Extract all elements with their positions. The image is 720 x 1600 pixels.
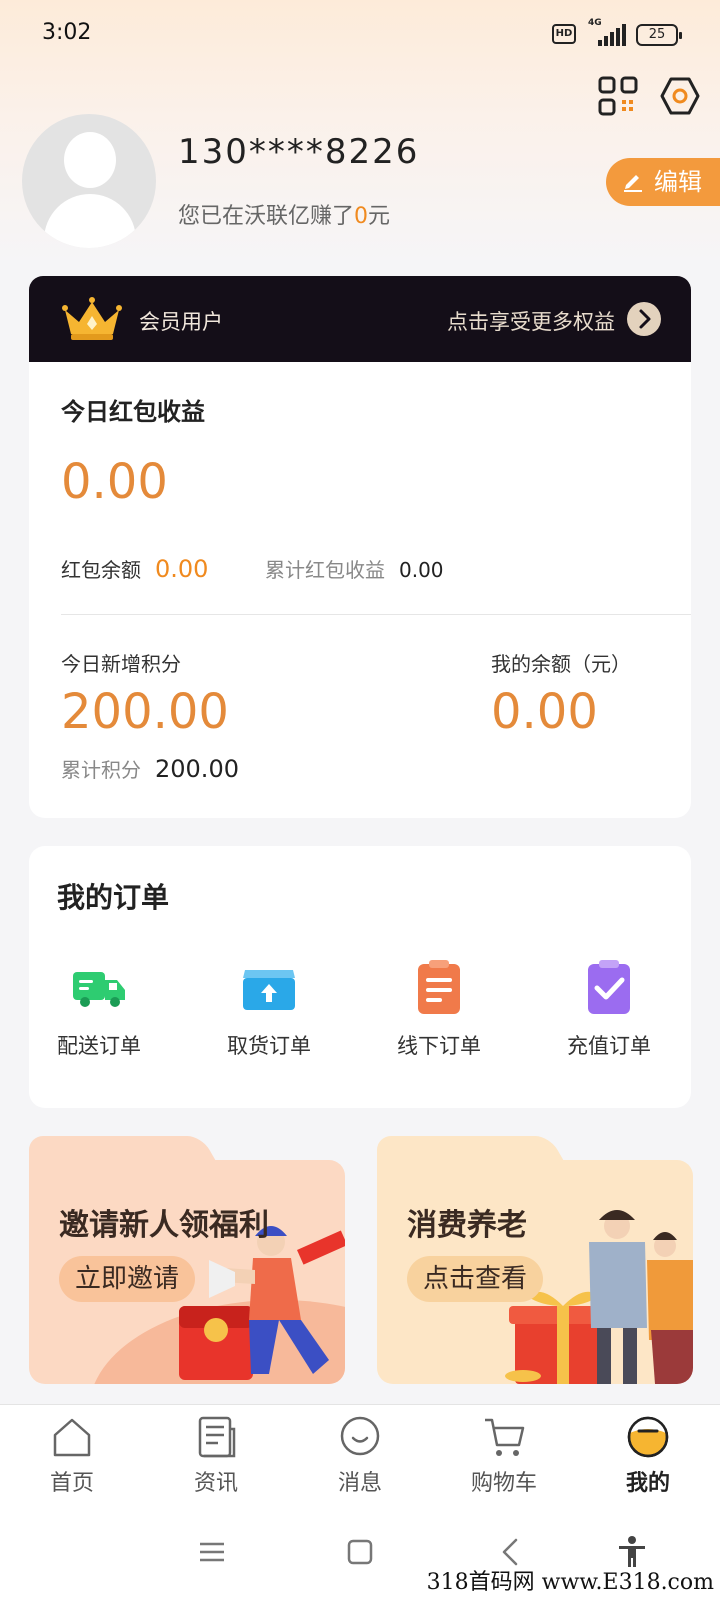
member-benefits-link[interactable]: 点击享受更多权益 <box>447 306 615 336</box>
my-orders-card: 我的订单 配送订单 取货订单 线下订单 充值订单 <box>29 846 691 1108</box>
crown-icon <box>62 297 122 340</box>
cumulative-value: 0.00 <box>399 558 444 582</box>
order-label: 线下订单 <box>397 1034 481 1058</box>
network-type: 4G <box>588 18 602 28</box>
earned-prefix: 您已在沃联亿赚了 <box>178 204 355 229</box>
profile-face-icon <box>627 1416 669 1458</box>
tab-messages[interactable]: 消息 <box>300 1415 420 1499</box>
tab-label: 资讯 <box>193 1471 238 1496</box>
avatar[interactable] <box>22 114 156 248</box>
order-offline[interactable]: 线下订单 <box>369 958 509 1068</box>
member-banner[interactable]: 会员用户 点击享受更多权益 <box>29 276 691 362</box>
order-delivery[interactable]: 配送订单 <box>29 958 169 1068</box>
my-balance-label: 我的余额（元） <box>491 652 631 676</box>
earnings-title: 今日红包收益 <box>61 398 205 426</box>
cumulative-redpacket: 累计红包收益 0.00 <box>265 554 444 583</box>
offline-clipboard-icon <box>418 960 460 1014</box>
earned-suffix: 元 <box>368 204 391 229</box>
view-now-button[interactable]: 点击查看 <box>407 1256 544 1302</box>
tab-label: 购物车 <box>470 1471 537 1496</box>
tab-label: 我的 <box>625 1471 670 1496</box>
bottom-tab-bar: 首页 资讯 消息 购物车 我的 <box>0 1404 720 1504</box>
tab-news[interactable]: 资讯 <box>156 1415 276 1499</box>
redpacket-balance: 红包余额 0.00 <box>61 554 208 583</box>
my-balance-value: 0.00 <box>491 684 598 740</box>
tab-label: 首页 <box>49 1471 94 1496</box>
total-points-label: 累计积分 <box>61 758 141 782</box>
edit-label: 编辑 <box>654 168 702 196</box>
total-points: 累计积分 200.00 <box>61 754 239 783</box>
tab-label: 消息 <box>337 1471 382 1496</box>
menu-icon[interactable] <box>194 1534 230 1570</box>
hd-icon: HD <box>552 24 576 44</box>
tab-home[interactable]: 首页 <box>12 1415 132 1499</box>
divider <box>61 614 691 615</box>
pencil-icon <box>624 175 642 192</box>
redpacket-balance-label: 红包余额 <box>61 558 141 582</box>
tab-cart[interactable]: 购物车 <box>444 1415 564 1499</box>
earnings-card: 今日红包收益 0.00 红包余额 0.00 累计红包收益 0.00 今日新增积分 2… <box>29 362 691 818</box>
order-label: 配送订单 <box>57 1034 141 1058</box>
status-time: 3:02 <box>42 20 92 45</box>
delivery-truck-icon <box>73 972 125 1007</box>
home-icon <box>53 1418 91 1457</box>
qr-code-icon[interactable] <box>598 76 638 116</box>
orders-title: 我的订单 <box>57 881 170 914</box>
signal-icon: 4G <box>584 18 628 46</box>
order-label: 取货订单 <box>227 1034 311 1058</box>
edit-profile-button[interactable]: 编辑 <box>606 158 720 206</box>
pickup-box-icon <box>243 970 295 1010</box>
elderly-promo-title: 消费养老 <box>407 1208 527 1243</box>
order-recharge[interactable]: 充值订单 <box>539 958 679 1068</box>
status-bar: 3:02 HD 4G 25 <box>0 0 720 70</box>
total-points-value: 200.00 <box>155 755 239 783</box>
watermark: 318首码网 www.E318.com <box>426 1570 714 1595</box>
recharge-check-icon <box>588 960 630 1014</box>
cumulative-label: 累计红包收益 <box>265 558 385 582</box>
invite-promo-title: 邀请新人领福利 <box>59 1208 269 1243</box>
tab-mine[interactable]: 我的 <box>588 1415 708 1499</box>
system-navigation-bar: 318首码网 www.E318.com <box>0 1504 720 1600</box>
invite-promo-card[interactable]: 邀请新人领福利 立即邀请 <box>29 1136 345 1384</box>
cart-icon <box>485 1418 525 1456</box>
order-label: 充值订单 <box>567 1034 651 1058</box>
message-icon <box>340 1416 380 1456</box>
today-earnings-value: 0.00 <box>61 454 168 510</box>
earned-amount: 0 <box>354 204 369 229</box>
invite-now-button[interactable]: 立即邀请 <box>59 1256 196 1302</box>
elderly-care-promo-card[interactable]: 消费养老 点击查看 <box>377 1136 693 1384</box>
earned-summary: 您已在沃联亿赚了0元 <box>178 198 390 230</box>
order-pickup[interactable]: 取货订单 <box>199 958 339 1068</box>
news-icon <box>198 1416 236 1458</box>
redpacket-balance-value: 0.00 <box>155 555 209 583</box>
today-points-label: 今日新增积分 <box>61 652 181 676</box>
chevron-right-icon[interactable] <box>627 302 661 336</box>
home-square-icon[interactable] <box>342 1534 378 1570</box>
today-points-value: 200.00 <box>61 684 229 740</box>
settings-icon[interactable] <box>660 76 700 116</box>
user-phone: 130****8226 <box>178 132 420 172</box>
battery-icon: 25 <box>636 24 682 46</box>
member-label: 会员用户 <box>139 310 223 334</box>
